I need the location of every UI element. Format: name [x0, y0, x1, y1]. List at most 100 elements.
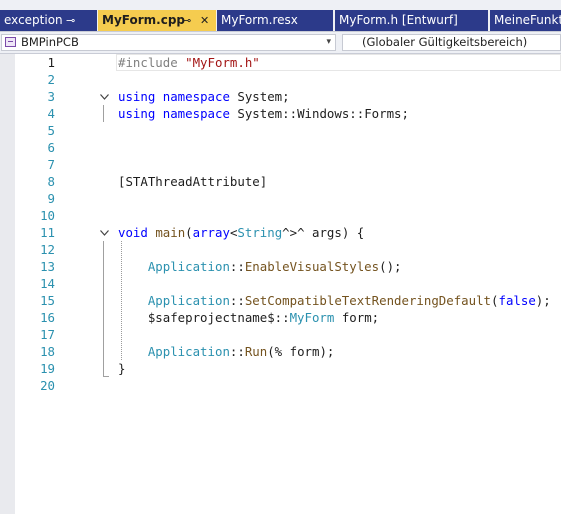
code-line[interactable]: 5 — [0, 122, 561, 139]
tab-label: MyForm.cpp — [102, 13, 185, 27]
code-token: System; — [237, 89, 290, 104]
collapse-chevron-icon[interactable] — [98, 88, 110, 105]
cpp-project-icon — [5, 37, 16, 47]
line-number: 11 — [40, 225, 55, 240]
tab-myform-resx[interactable]: MyForm.resx — [217, 10, 333, 31]
code-line[interactable]: 14 — [0, 275, 561, 292]
code-token: ( — [185, 225, 193, 240]
line-number: 4 — [47, 106, 55, 121]
code-line[interactable]: 16 $safeprojectname$::MyForm form; — [0, 309, 561, 326]
scope-name: (Globaler Gültigkeitsbereich) — [362, 35, 528, 49]
line-number: 14 — [40, 276, 55, 291]
code-token: ; — [371, 310, 380, 325]
tab-exception[interactable]: exception ⊸ — [0, 10, 97, 31]
pin-icon[interactable]: ⊸ — [66, 10, 75, 31]
line-number: 13 — [40, 259, 55, 274]
collapse-chevron-icon[interactable] — [98, 224, 110, 241]
code-token: "MyForm.h" — [185, 55, 260, 70]
scope-dropdown[interactable]: (Globaler Gültigkeitsbereich) — [342, 34, 561, 51]
code-token: form — [289, 344, 320, 359]
code-token: array — [192, 225, 230, 240]
line-number: 16 — [40, 310, 55, 325]
code-token: Application — [147, 293, 230, 308]
code-text: Application::SetCompatibleTextRenderingD… — [118, 292, 551, 309]
tab-myform-cpp[interactable]: MyForm.cpp ⊸ ✕ — [98, 10, 216, 31]
line-number: 15 — [40, 293, 55, 308]
code-text: using namespace System::Windows::Forms; — [118, 105, 409, 122]
code-line[interactable]: 6 — [0, 139, 561, 156]
code-token: :: — [349, 106, 365, 121]
code-token: :: — [282, 106, 298, 121]
code-token: Run — [244, 344, 268, 359]
code-token: namespace — [162, 89, 238, 104]
tab-label: exception — [4, 13, 63, 27]
project-name: BMPinPCB — [21, 35, 79, 49]
code-line[interactable]: 8 [STAThreadAttribute] — [0, 173, 561, 190]
tab-label: MyForm.resx — [221, 13, 298, 27]
line-number: 1 — [47, 55, 55, 70]
code-token: (); — [379, 259, 402, 274]
line-number: 20 — [40, 378, 55, 393]
code-line[interactable]: 15 Application::SetCompatibleTextRenderi… — [0, 292, 561, 309]
line-number: 8 — [47, 174, 55, 189]
code-token: Forms; — [364, 106, 409, 121]
pin-icon[interactable]: ⊸ — [182, 10, 191, 31]
code-editor[interactable]: 1 #include "MyForm.h" 2 3 using namespace Sy… — [0, 54, 561, 514]
code-text: void main(array<String^>^ args) { — [118, 224, 364, 241]
code-line[interactable]: 19} — [0, 360, 561, 377]
code-token: SetCompatibleTextRenderingDefault — [244, 293, 492, 308]
code-token: :: — [229, 259, 245, 274]
code-line[interactable]: 13 Application::EnableVisualStyles(); — [0, 258, 561, 275]
indent-guide — [121, 241, 122, 360]
code-line[interactable]: 1 #include "MyForm.h" — [0, 54, 561, 71]
line-number: 5 — [47, 123, 55, 138]
close-icon[interactable]: ✕ — [200, 10, 209, 31]
code-token: using — [118, 89, 163, 104]
code-token: String — [237, 225, 283, 240]
code-token: Windows — [297, 106, 350, 121]
code-token: MyForm — [289, 310, 342, 325]
code-token: ^>^ — [282, 225, 313, 240]
code-text: Application::EnableVisualStyles(); — [118, 258, 402, 275]
code-line[interactable]: 10 — [0, 207, 561, 224]
code-line[interactable]: 12 — [0, 241, 561, 258]
line-number: 3 — [47, 89, 55, 104]
code-token: void — [118, 225, 156, 240]
code-token: false — [498, 293, 536, 308]
code-token: (% — [267, 344, 290, 359]
code-line[interactable]: 11 void main(array<String^>^ args) { — [0, 224, 561, 241]
code-line[interactable]: 9 — [0, 190, 561, 207]
tab-label: MyForm.h [Entwurf] — [339, 13, 458, 27]
code-line[interactable]: 17 — [0, 326, 561, 343]
code-token: namespace — [162, 106, 238, 121]
code-line[interactable]: 4 using namespace System::Windows::Forms; — [0, 105, 561, 122]
line-number: 17 — [40, 327, 55, 342]
code-token: form — [341, 310, 372, 325]
code-line[interactable]: 7 — [0, 156, 561, 173]
line-number: 18 — [40, 344, 55, 359]
code-token: #include — [118, 55, 186, 70]
project-dropdown[interactable]: BMPinPCB ▾ — [1, 34, 336, 51]
code-token: main — [155, 225, 186, 240]
code-line[interactable]: 2 — [0, 71, 561, 88]
code-token: [STAThreadAttribute] — [118, 174, 268, 189]
code-text: using namespace System; — [118, 88, 290, 105]
code-token: :: — [274, 310, 290, 325]
outline-bracket — [103, 241, 104, 377]
line-number: 2 — [47, 72, 55, 87]
code-line[interactable]: 18 Application::Run(% form); — [0, 343, 561, 360]
tab-myform-h-designer[interactable]: MyForm.h [Entwurf] — [335, 10, 488, 31]
code-token: :: — [229, 293, 245, 308]
chevron-down-icon[interactable]: ▾ — [326, 35, 331, 50]
code-line[interactable]: 20 — [0, 377, 561, 394]
outline-bracket — [103, 105, 104, 122]
line-number: 10 — [40, 208, 55, 223]
code-token: $safeprojectname$ — [147, 310, 275, 325]
code-line[interactable]: 3 using namespace System; — [0, 88, 561, 105]
tab-meinefunkti[interactable]: MeineFunkti — [490, 10, 561, 31]
code-token: ) { — [341, 225, 365, 240]
code-text: $safeprojectname$::MyForm form; — [118, 309, 379, 326]
